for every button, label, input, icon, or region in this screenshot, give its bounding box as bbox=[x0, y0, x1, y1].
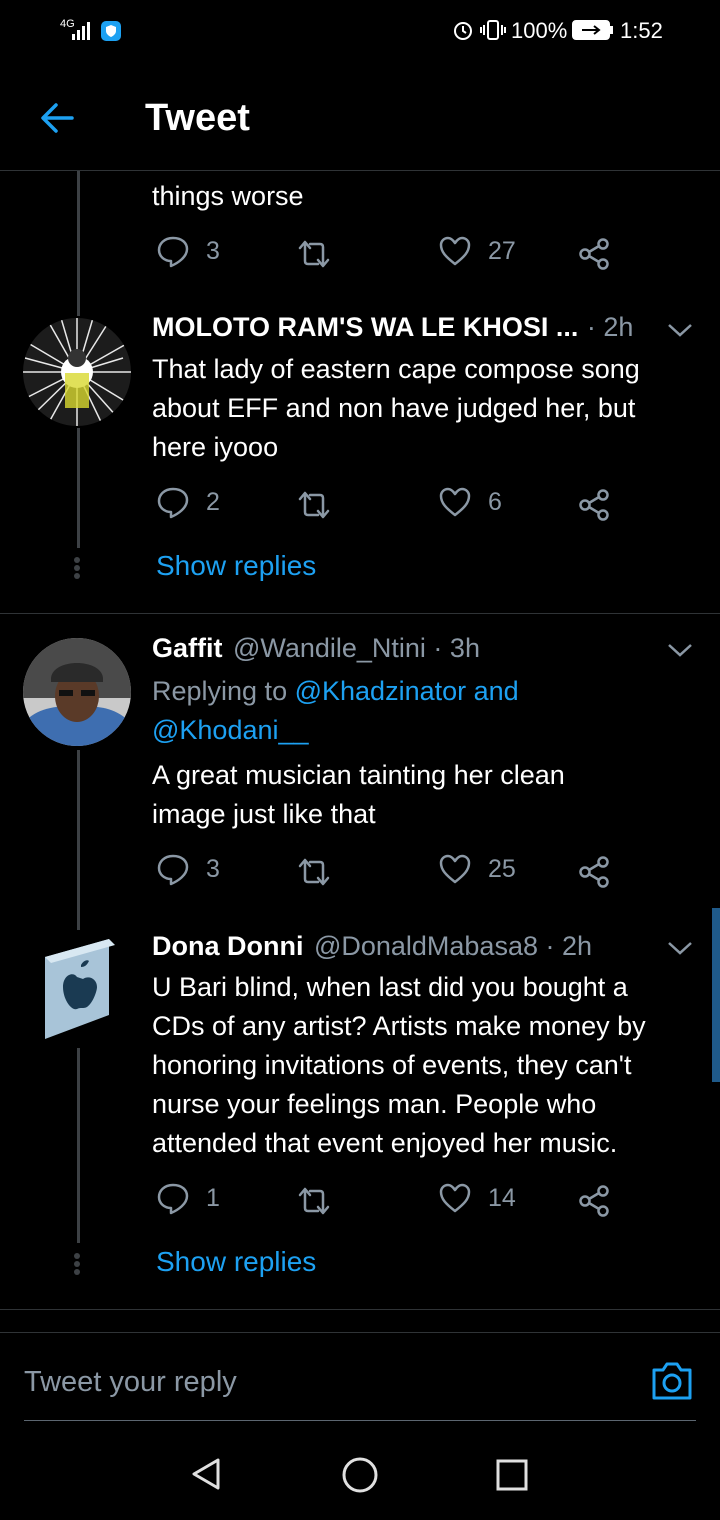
reply-composer: Tweet your reply bbox=[0, 1332, 720, 1422]
avatar[interactable] bbox=[23, 638, 131, 746]
reply-count: 1 bbox=[206, 1183, 220, 1212]
tweet-text: things worse bbox=[152, 181, 304, 211]
thread-line bbox=[77, 750, 80, 930]
author-name[interactable]: Gaffit bbox=[152, 633, 223, 663]
heart-icon bbox=[439, 236, 471, 266]
thread-line bbox=[77, 171, 80, 316]
tweet-actions: 3 25 bbox=[152, 852, 622, 892]
divider bbox=[0, 1332, 720, 1333]
nav-back-icon[interactable] bbox=[188, 1456, 224, 1492]
reply-button[interactable]: 2 bbox=[156, 485, 220, 519]
like-button[interactable]: 14 bbox=[438, 1181, 516, 1215]
clock: 1:52 bbox=[620, 18, 663, 43]
avatar[interactable] bbox=[23, 318, 131, 426]
heart-icon bbox=[439, 487, 471, 517]
reply-input[interactable]: Tweet your reply bbox=[24, 1366, 237, 1399]
top-app-bar: Tweet bbox=[0, 60, 720, 171]
like-button[interactable]: 27 bbox=[438, 234, 516, 268]
scrollbar[interactable] bbox=[712, 908, 720, 1082]
arrow-left-icon[interactable] bbox=[38, 98, 78, 138]
tweet-text: U Bari blind, when last did you bought a… bbox=[152, 972, 646, 1158]
nav-home-icon[interactable] bbox=[341, 1456, 379, 1494]
replying-to: Replying to @Khadzinator and @Khodani__ bbox=[152, 676, 519, 745]
chevron-down-icon[interactable] bbox=[667, 322, 693, 338]
retweet-icon[interactable] bbox=[296, 489, 332, 521]
shield-icon bbox=[101, 21, 121, 41]
tweet-header: Dona Donni @DonaldMabasa8 · 2h bbox=[152, 931, 662, 967]
alarm-icon bbox=[454, 22, 472, 40]
author-handle: @DonaldMabasa8 · 2h bbox=[313, 931, 593, 961]
signal-icon bbox=[72, 22, 90, 40]
speech-bubble-icon bbox=[157, 236, 189, 268]
speech-bubble-icon bbox=[157, 487, 189, 519]
tweet-actions: 2 6 bbox=[152, 485, 622, 525]
system-nav-bar bbox=[0, 1422, 720, 1520]
tweet-text: That lady of eastern cape compose song a… bbox=[152, 354, 640, 462]
thread-line bbox=[77, 428, 80, 548]
share-icon[interactable] bbox=[578, 1184, 612, 1218]
reply-count: 2 bbox=[206, 487, 220, 516]
avatar[interactable] bbox=[23, 935, 131, 1043]
like-count: 14 bbox=[488, 1183, 516, 1212]
show-replies-link[interactable]: Show replies bbox=[156, 1246, 316, 1278]
share-icon[interactable] bbox=[578, 237, 612, 271]
more-replies-dots bbox=[74, 555, 82, 581]
reply-button[interactable]: 3 bbox=[156, 852, 220, 886]
reply-count: 3 bbox=[206, 854, 220, 883]
reply-count: 3 bbox=[206, 236, 220, 265]
page-title: Tweet bbox=[145, 97, 250, 139]
retweet-icon[interactable] bbox=[296, 238, 332, 270]
battery-percent: 100% bbox=[511, 18, 568, 43]
chevron-down-icon[interactable] bbox=[667, 940, 693, 956]
chevron-down-icon[interactable] bbox=[667, 642, 693, 658]
speech-bubble-icon bbox=[157, 854, 189, 886]
speech-bubble-icon bbox=[157, 1183, 189, 1215]
author-name[interactable]: Dona Donni bbox=[152, 931, 303, 961]
show-replies-link[interactable]: Show replies bbox=[156, 550, 316, 582]
mention-link[interactable]: @Khodani__ bbox=[152, 715, 309, 745]
tweet-time: · 2h bbox=[586, 312, 634, 342]
like-count: 6 bbox=[488, 487, 502, 516]
reply-button[interactable]: 1 bbox=[156, 1181, 220, 1215]
like-count: 25 bbox=[488, 854, 516, 883]
like-count: 27 bbox=[488, 236, 516, 265]
retweet-icon[interactable] bbox=[296, 1185, 332, 1217]
mention-link[interactable]: @Khadzinator and bbox=[295, 676, 519, 706]
tweet-actions: 1 14 bbox=[152, 1181, 622, 1221]
author-handle: @Wandile_Ntini · 3h bbox=[232, 633, 480, 663]
battery-icon bbox=[572, 20, 613, 40]
share-icon[interactable] bbox=[578, 855, 612, 889]
retweet-icon[interactable] bbox=[296, 856, 332, 888]
heart-icon bbox=[439, 1183, 471, 1213]
nav-recents-icon[interactable] bbox=[495, 1458, 529, 1492]
more-replies-dots bbox=[74, 1251, 82, 1277]
divider bbox=[0, 1309, 720, 1310]
vibrate-icon bbox=[480, 20, 506, 40]
author-name[interactable]: MOLOTO RAM'S WA LE KHOSI ... bbox=[152, 312, 578, 342]
like-button[interactable]: 25 bbox=[438, 852, 516, 886]
thread-line bbox=[77, 1048, 80, 1243]
divider bbox=[24, 1420, 696, 1421]
tweet-header: MOLOTO RAM'S WA LE KHOSI ... · 2h bbox=[152, 312, 652, 348]
tweet-text: A great musician tainting her clean imag… bbox=[152, 760, 565, 829]
like-button[interactable]: 6 bbox=[438, 485, 502, 519]
reply-button[interactable]: 3 bbox=[156, 234, 220, 268]
share-icon[interactable] bbox=[578, 488, 612, 522]
status-bar: 4G 100% 1:52 bbox=[0, 0, 720, 60]
heart-icon bbox=[439, 854, 471, 884]
tweet-header: Gaffit @Wandile_Ntini · 3h bbox=[152, 633, 652, 669]
tweet-actions: 3 27 bbox=[152, 234, 622, 274]
camera-icon[interactable] bbox=[650, 1360, 694, 1402]
divider bbox=[0, 613, 720, 614]
